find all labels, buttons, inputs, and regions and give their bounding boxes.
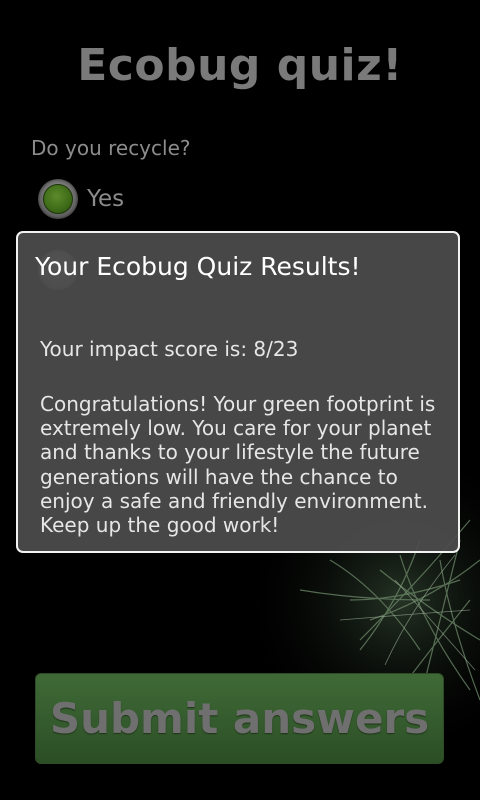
results-dialog: Your Ecobug Quiz Results! Your impact sc…	[16, 231, 460, 553]
dialog-title: Your Ecobug Quiz Results!	[35, 252, 361, 281]
results-message: Congratulations! Your green footprint is…	[40, 392, 436, 538]
radio-option-label: Yes	[87, 186, 125, 212]
radio-option-yes[interactable]: Yes	[38, 179, 124, 219]
app-title: Ecobug quiz!	[77, 40, 403, 91]
submit-answers-button[interactable]: Submit answers	[35, 673, 444, 764]
radio-selected-dot	[43, 184, 73, 214]
question-label: Do you recycle?	[31, 136, 191, 160]
impact-score-text: Your impact score is: 8/23	[40, 337, 299, 361]
radio-button-icon[interactable]	[38, 179, 78, 219]
quiz-screen: Ecobug quiz! Do you recycle? Yes Your Ec…	[0, 0, 480, 800]
